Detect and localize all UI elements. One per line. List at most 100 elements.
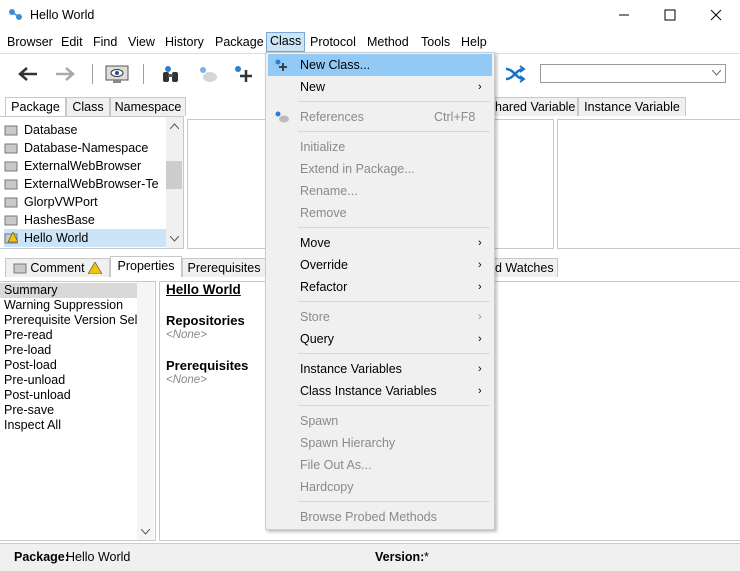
list-item[interactable]: ExternalWebBrowser <box>4 157 166 175</box>
menu-help[interactable]: Help <box>461 33 487 51</box>
menu-item-override[interactable]: Override › <box>268 254 492 276</box>
class-menu: New Class... New › References Ctrl+F8 In… <box>265 52 495 530</box>
prerequisites-heading: Prerequisites <box>166 358 249 373</box>
binoculars-icon <box>163 66 178 82</box>
menu-item-rename[interactable]: Rename... <box>268 180 492 202</box>
list-item-selected[interactable]: Hello World <box>4 229 166 247</box>
menu-history[interactable]: History <box>165 33 204 51</box>
list-item[interactable]: Prerequisite Version Selec <box>4 313 151 328</box>
tab-prerequisites[interactable]: Prerequisites <box>182 258 266 277</box>
minimize-button[interactable] <box>601 0 647 30</box>
list-item[interactable]: Database-Namespace <box>4 139 166 157</box>
menu-view[interactable]: View <box>128 33 155 51</box>
shuffle-button[interactable] <box>502 62 528 86</box>
menu-item-hardcopy[interactable]: Hardcopy <box>268 476 492 498</box>
tab-comment[interactable]: Comment <box>5 258 110 277</box>
window-title: Hello World <box>30 8 95 22</box>
menu-item-remove[interactable]: Remove <box>268 202 492 224</box>
properties-list[interactable]: Summary Warning Suppression Prerequisite… <box>0 281 156 541</box>
chevron-down-icon <box>712 70 721 76</box>
menu-bar: Browser Edit Find View History Package C… <box>0 31 740 52</box>
list-item[interactable]: GlorpVWPort <box>4 193 166 211</box>
menu-tools[interactable]: Tools <box>421 33 450 51</box>
menu-protocol[interactable]: Protocol <box>310 33 356 51</box>
menu-separator <box>298 131 490 132</box>
browse-button[interactable] <box>104 62 130 86</box>
package-icon <box>13 263 27 274</box>
maximize-button[interactable] <box>647 0 693 30</box>
list-item[interactable]: Pre-unload <box>4 373 65 388</box>
menu-item-refactor[interactable]: Refactor › <box>268 276 492 298</box>
menu-item-store[interactable]: Store › <box>268 306 492 328</box>
list-item[interactable]: Pre-read <box>4 328 53 343</box>
menu-item-extend-in-package[interactable]: Extend in Package... <box>268 158 492 180</box>
toolbar-combo[interactable] <box>540 64 726 83</box>
add-class-icon <box>275 59 287 71</box>
class-list[interactable] <box>187 119 267 249</box>
package-list[interactable]: Database Database-Namespace ExternalWebB… <box>0 116 184 249</box>
package-warning-icon <box>4 232 18 244</box>
menu-find[interactable]: Find <box>93 33 117 51</box>
list-item[interactable]: Pre-save <box>4 403 54 418</box>
menu-item-query[interactable]: Query › <box>268 328 492 350</box>
find-button[interactable] <box>158 62 184 86</box>
status-bar: Package: Hello World Version: * <box>0 543 740 571</box>
new-class-button[interactable] <box>230 62 256 86</box>
tab-namespace[interactable]: Namespace <box>110 97 186 116</box>
menu-class[interactable]: Class <box>266 32 306 52</box>
menu-item-browse-probed-methods[interactable]: Browse Probed Methods <box>268 506 492 528</box>
list-item[interactable]: Database <box>4 121 166 139</box>
menu-browser[interactable]: Browser <box>7 33 53 51</box>
chevron-up-icon <box>170 123 179 129</box>
tab-class[interactable]: Class <box>66 97 110 116</box>
list-item[interactable]: HashesBase <box>4 211 166 229</box>
menu-item-file-out-as[interactable]: File Out As... <box>268 454 492 476</box>
package-icon <box>4 179 18 190</box>
menu-item-spawn-hierarchy[interactable]: Spawn Hierarchy <box>268 432 492 454</box>
monitor-eye-icon <box>105 65 129 83</box>
add-class-icon <box>235 66 252 82</box>
menu-package[interactable]: Package <box>215 33 264 51</box>
list-item-selected[interactable]: Summary <box>4 283 57 298</box>
minimize-icon <box>619 14 629 16</box>
tab-shared-variable[interactable]: hared Variable <box>494 97 578 116</box>
menu-item-move[interactable]: Move › <box>268 232 492 254</box>
forward-button[interactable] <box>52 62 78 86</box>
properties-list-scrollbar[interactable] <box>137 282 154 540</box>
menu-item-class-instance-variables[interactable]: Class Instance Variables › <box>268 380 492 402</box>
menu-item-instance-variables[interactable]: Instance Variables › <box>268 358 492 380</box>
status-version-value: * <box>424 550 429 564</box>
list-item[interactable]: Inspect All <box>4 418 61 433</box>
package-list-scrollbar[interactable] <box>166 117 183 248</box>
close-button[interactable] <box>693 0 739 30</box>
list-item[interactable]: ExternalWebBrowser-Te <box>4 175 166 193</box>
list-item[interactable]: Post-unload <box>4 388 71 403</box>
list-item[interactable]: Post-load <box>4 358 57 373</box>
warning-icon <box>87 261 103 275</box>
back-button[interactable] <box>15 62 41 86</box>
submenu-arrow-icon: › <box>478 281 482 293</box>
tab-instance-variable[interactable]: Instance Variable <box>578 97 686 116</box>
menu-item-initialize[interactable]: Initialize <box>268 136 492 158</box>
tab-properties[interactable]: Properties <box>110 256 182 277</box>
menu-item-new[interactable]: New › <box>268 76 492 98</box>
menu-item-references[interactable]: References Ctrl+F8 <box>268 106 492 128</box>
menu-method[interactable]: Method <box>367 33 409 51</box>
shared-variable-list[interactable] <box>494 119 554 249</box>
menu-edit[interactable]: Edit <box>61 33 83 51</box>
details-title[interactable]: Hello World <box>166 282 241 297</box>
menu-separator <box>298 101 490 102</box>
list-item[interactable]: Pre-load <box>4 343 51 358</box>
submenu-arrow-icon: › <box>478 333 482 345</box>
instance-variable-list[interactable] <box>557 119 740 249</box>
status-version-label: Version: <box>375 550 425 564</box>
menu-item-new-class[interactable]: New Class... <box>268 54 492 76</box>
speech-button[interactable] <box>194 62 220 86</box>
scrollbar-thumb[interactable] <box>166 161 182 189</box>
tab-watches[interactable]: d Watches <box>494 258 558 277</box>
menu-item-spawn[interactable]: Spawn <box>268 410 492 432</box>
tab-package[interactable]: Package <box>5 97 66 116</box>
menu-separator <box>298 227 490 228</box>
list-item[interactable]: Warning Suppression <box>4 298 123 313</box>
submenu-arrow-icon: › <box>478 259 482 271</box>
